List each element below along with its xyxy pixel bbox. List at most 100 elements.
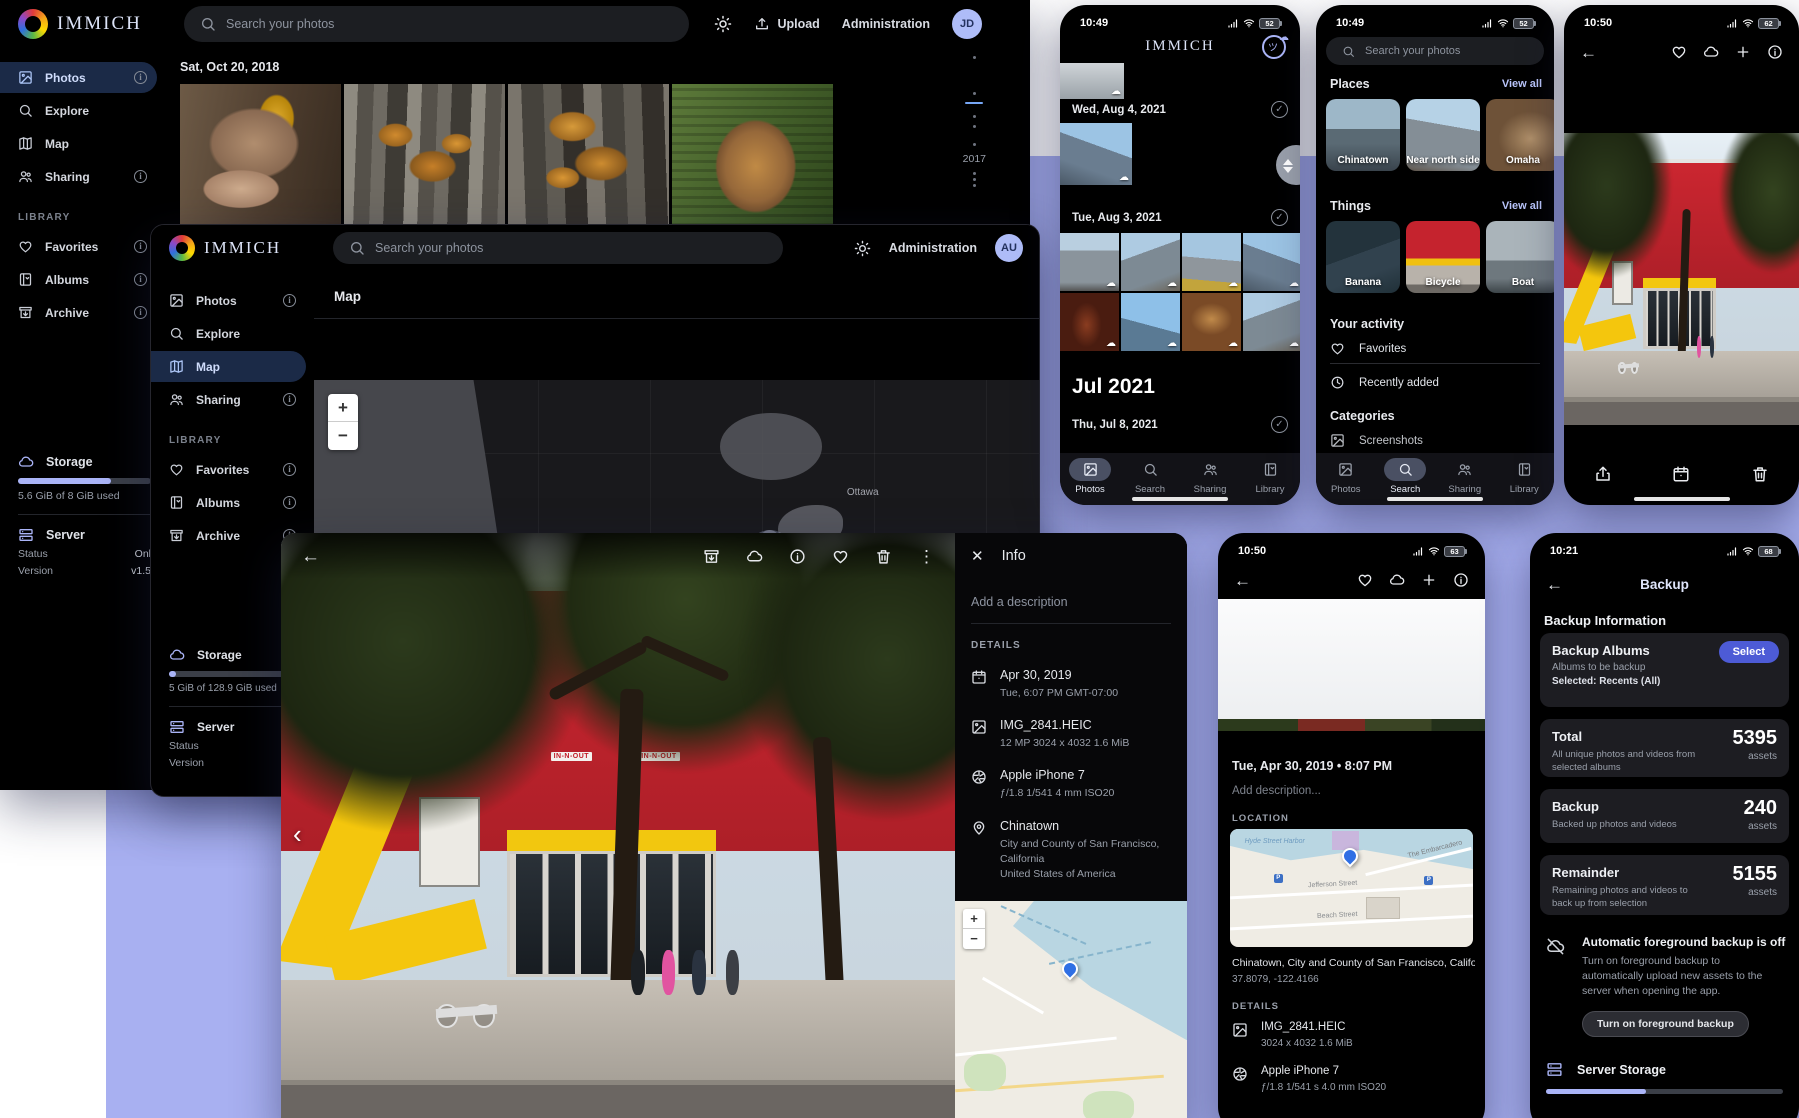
photo-tile[interactable]	[1060, 123, 1132, 185]
photo-tile[interactable]	[1060, 293, 1119, 351]
share-icon[interactable]	[1594, 465, 1612, 483]
search-input[interactable]: Search your photos	[184, 6, 689, 42]
sidebar-item-sharing[interactable]: Sharing	[0, 161, 157, 192]
photo-tile[interactable]	[1060, 63, 1124, 99]
profile-avatar[interactable]: ☁ ツ	[1262, 35, 1286, 59]
photo-in-n-out[interactable]	[1564, 133, 1799, 425]
theme-toggle-sun-icon[interactable]	[714, 15, 732, 33]
place-thumbnail[interactable]: Chinatown	[1326, 99, 1400, 171]
search-input[interactable]: Search your photos	[1326, 37, 1544, 65]
select-group-check-icon[interactable]: ✓	[1271, 101, 1288, 118]
favorite-heart-icon[interactable]	[1671, 44, 1687, 60]
home-indicator[interactable]	[1387, 497, 1483, 501]
sidebar-item-favorites[interactable]: Favorites	[0, 231, 157, 262]
tab-photos[interactable]: Photos	[1060, 458, 1120, 505]
sidebar-item-explore[interactable]: Explore	[0, 95, 157, 126]
photo-tile[interactable]	[1121, 293, 1180, 351]
sidebar-item-map[interactable]: Map	[151, 351, 306, 382]
close-icon[interactable]: ✕	[971, 549, 984, 564]
photo-tile[interactable]	[1243, 293, 1300, 351]
select-group-check-icon[interactable]: ✓	[1271, 209, 1288, 226]
search-input[interactable]: Search your photos	[333, 232, 783, 264]
cloud-upload-icon[interactable]	[1703, 44, 1719, 60]
photo-thumbnail-mushroom-basket[interactable]	[672, 84, 833, 226]
administration-link[interactable]: Administration	[889, 241, 977, 255]
photo-in-n-out[interactable]: IN-N-OUT IN-N-OUT ‹	[281, 533, 955, 1118]
more-options-kebab-icon[interactable]: ⋮	[918, 548, 935, 565]
add-to-album-plus-icon[interactable]	[1421, 572, 1437, 588]
delete-trash-icon[interactable]	[1751, 465, 1769, 483]
recently-added-row[interactable]: Recently added	[1330, 375, 1540, 390]
photo-thumbnail-mushroom[interactable]	[508, 84, 669, 226]
photo-tile[interactable]	[1060, 233, 1119, 291]
road	[1564, 402, 1799, 425]
tab-library[interactable]: Library	[1240, 458, 1300, 505]
archive-calendar-icon[interactable]	[1672, 465, 1690, 483]
photo-tile[interactable]	[1121, 233, 1180, 291]
location-minimap[interactable]: + − Leaflet | © OpenStreetMap	[955, 901, 1187, 1118]
sidebar-item-photos[interactable]: Photos	[0, 62, 157, 93]
sidebar-item-favorites[interactable]: Favorites	[151, 454, 306, 485]
administration-link[interactable]: Administration	[842, 17, 930, 31]
zoom-out-button[interactable]: −	[328, 422, 358, 450]
photo-tile[interactable]	[1243, 233, 1300, 291]
immich-logo[interactable]: IMMICH	[18, 9, 168, 39]
select-group-check-icon[interactable]: ✓	[1271, 416, 1288, 433]
thing-thumbnail[interactable]: Bicycle	[1406, 221, 1480, 293]
archive-icon[interactable]	[703, 548, 720, 565]
place-thumbnail[interactable]: Near north side	[1406, 99, 1480, 171]
turn-on-foreground-backup-button[interactable]: Turn on foreground backup	[1582, 1011, 1749, 1037]
zoom-in-button[interactable]: +	[328, 394, 358, 422]
sidebar-item-photos[interactable]: Photos	[151, 285, 306, 316]
sidebar-item-albums[interactable]: Albums	[151, 487, 306, 518]
zoom-out-button[interactable]: −	[963, 929, 985, 949]
location-minimap[interactable]: Hyde Street Harbor The Embarcadero Jeffe…	[1230, 829, 1473, 947]
add-to-album-plus-icon[interactable]	[1735, 44, 1751, 60]
tab-library[interactable]: Library	[1495, 458, 1555, 505]
places-view-all-link[interactable]: View all	[1502, 78, 1542, 90]
thing-thumbnail[interactable]: Boat	[1486, 221, 1554, 293]
zoom-in-button[interactable]: +	[963, 909, 985, 929]
avatar[interactable]: AU	[995, 234, 1023, 262]
photo-thumbnail-mushroom[interactable]	[180, 84, 341, 226]
description-input[interactable]: Add a description	[971, 595, 1171, 609]
back-arrow-icon[interactable]: ←	[1234, 572, 1251, 589]
info-icon[interactable]	[789, 548, 806, 565]
favorite-heart-icon[interactable]	[832, 548, 849, 565]
photo-overexposed[interactable]	[1218, 599, 1485, 719]
home-indicator[interactable]	[1634, 497, 1730, 501]
sidebar-item-sharing[interactable]: Sharing	[151, 384, 306, 415]
description-input[interactable]: Add description...	[1232, 785, 1321, 797]
avatar[interactable]: JD	[952, 9, 982, 39]
category-row-screenshots[interactable]: Screenshots	[1330, 433, 1540, 448]
favorites-row[interactable]: Favorites	[1330, 341, 1540, 356]
thing-thumbnail[interactable]: Banana	[1326, 221, 1400, 293]
previous-photo-chevron[interactable]: ‹	[293, 821, 302, 847]
cloud-upload-icon[interactable]	[746, 548, 763, 565]
sidebar-item-map[interactable]: Map	[0, 128, 157, 159]
cloud-upload-icon[interactable]	[1389, 572, 1405, 588]
info-icon[interactable]	[1767, 44, 1783, 60]
theme-toggle-sun-icon[interactable]	[854, 240, 871, 257]
favorite-heart-icon[interactable]	[1357, 572, 1373, 588]
photo-tile[interactable]	[1182, 233, 1241, 291]
sidebar-item-explore[interactable]: Explore	[151, 318, 306, 349]
place-thumbnail[interactable]: Omaha	[1486, 99, 1554, 171]
timeline-scrubber[interactable]: 2017	[963, 56, 986, 187]
photo-thumbnail-mushroom[interactable]	[344, 84, 505, 226]
immich-logo[interactable]: IMMICH	[169, 235, 317, 261]
heart-icon	[1330, 341, 1345, 356]
sidebar-item-albums[interactable]: Albums	[0, 264, 157, 295]
timeline-scrubber-handle[interactable]	[1276, 145, 1300, 185]
tab-photos[interactable]: Photos	[1316, 458, 1376, 505]
home-indicator[interactable]	[1132, 497, 1228, 501]
things-view-all-link[interactable]: View all	[1502, 200, 1542, 212]
upload-button[interactable]: Upload	[754, 16, 819, 32]
back-arrow-icon[interactable]: ←	[1580, 44, 1597, 61]
photo-tile[interactable]	[1182, 293, 1241, 351]
delete-trash-icon[interactable]	[875, 548, 892, 565]
back-arrow-icon[interactable]: ←	[301, 547, 320, 566]
select-albums-button[interactable]: Select	[1719, 641, 1779, 663]
sidebar-item-archive[interactable]: Archive	[0, 297, 157, 328]
info-icon[interactable]	[1453, 572, 1469, 588]
